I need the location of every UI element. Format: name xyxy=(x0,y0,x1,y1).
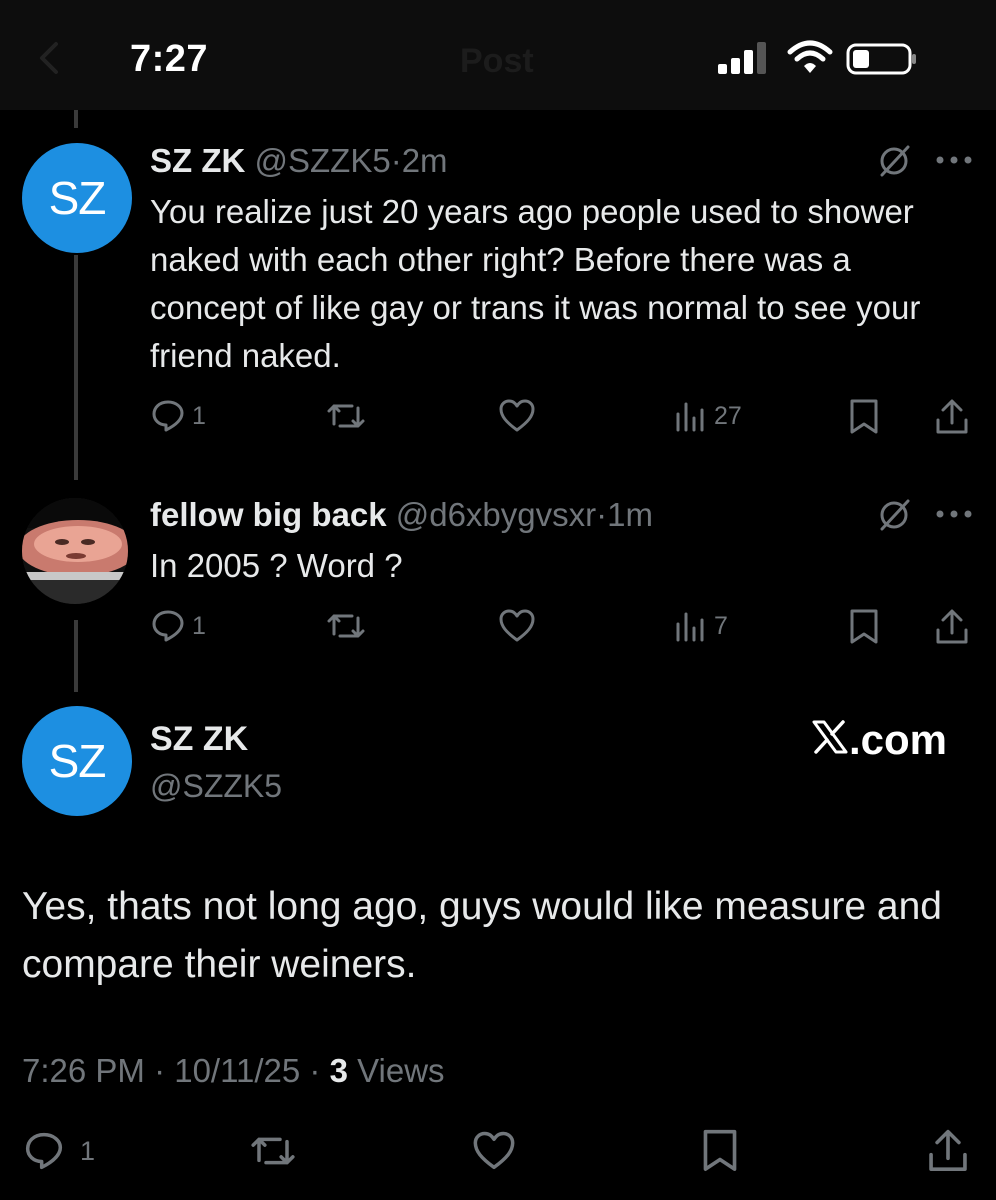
avatar[interactable]: SZ xyxy=(22,706,132,816)
author-name[interactable]: SZ ZK xyxy=(150,720,248,759)
reply-button[interactable]: 1 xyxy=(22,1130,95,1172)
x-logo-icon xyxy=(812,720,848,754)
post-time: 2m xyxy=(401,142,448,179)
tweet-text: You realize just 20 years ago people use… xyxy=(150,193,921,374)
reply-icon xyxy=(152,610,184,642)
views-label: Views xyxy=(347,1052,445,1089)
author-handle[interactable]: @d6xbygvsxr xyxy=(396,496,596,533)
reply-button[interactable]: 1 xyxy=(150,398,206,434)
share-icon xyxy=(936,609,968,644)
status-bar: Post 7:27 xyxy=(0,0,996,110)
share-button[interactable] xyxy=(934,398,970,436)
reply-icon xyxy=(152,400,184,432)
views-count[interactable]: 3 xyxy=(330,1052,348,1089)
grok-icon[interactable] xyxy=(876,142,914,180)
wifi-icon xyxy=(787,40,833,73)
heart-icon xyxy=(473,1131,515,1170)
meta-separator: · xyxy=(390,142,402,179)
repost-button[interactable] xyxy=(248,1130,298,1172)
bookmark-button[interactable] xyxy=(848,398,880,436)
reply-count: 1 xyxy=(80,1135,96,1166)
header-title: Post xyxy=(460,42,534,80)
bookmark-icon xyxy=(703,1129,737,1171)
views-button[interactable]: 27 xyxy=(674,398,742,434)
avatar-initials: SZ xyxy=(48,735,107,787)
signal-icon xyxy=(718,42,766,74)
avatar-initials: SZ xyxy=(48,172,107,224)
reply-button[interactable]: 1 xyxy=(150,608,206,644)
thread-line xyxy=(74,110,78,128)
avatar[interactable] xyxy=(22,498,128,604)
watermark-text: .com xyxy=(849,716,948,763)
share-icon xyxy=(929,1129,967,1171)
heart-icon xyxy=(499,399,535,432)
bookmark-icon xyxy=(850,609,878,644)
like-button[interactable] xyxy=(498,398,536,434)
share-button[interactable] xyxy=(934,608,970,646)
x-watermark: .com xyxy=(812,716,947,764)
analytics-icon xyxy=(676,402,704,432)
profile-photo xyxy=(22,498,128,604)
views-button[interactable]: 7 xyxy=(674,608,728,644)
author-name[interactable]: fellow big back xyxy=(150,496,387,533)
post-timestamp: 7:26 PM · 10/11/25 · 3 Views xyxy=(22,1052,445,1090)
reply-count: 1 xyxy=(192,611,206,640)
back-arrow-icon[interactable] xyxy=(30,38,70,78)
more-icon[interactable] xyxy=(934,154,974,166)
author-name[interactable]: SZ ZK xyxy=(150,142,245,179)
repost-icon xyxy=(251,1137,295,1165)
bookmark-button[interactable] xyxy=(700,1128,740,1174)
thread-line xyxy=(74,620,78,692)
battery-icon xyxy=(846,43,916,75)
more-icon[interactable] xyxy=(934,508,974,520)
like-button[interactable] xyxy=(470,1130,518,1172)
bookmark-button[interactable] xyxy=(848,608,880,646)
tweet-header: SZ ZK @SZZK5·2m xyxy=(150,142,448,180)
views-count: 27 xyxy=(714,401,742,430)
bookmark-icon xyxy=(850,399,878,434)
reply-icon xyxy=(25,1132,63,1170)
analytics-icon xyxy=(676,612,704,642)
heart-icon xyxy=(499,609,535,642)
share-icon xyxy=(936,399,968,434)
repost-icon xyxy=(327,614,365,638)
reply-count: 1 xyxy=(192,401,206,430)
avatar[interactable]: SZ xyxy=(22,143,132,253)
share-button[interactable] xyxy=(926,1128,970,1174)
status-clock: 7:27 xyxy=(130,38,209,80)
author-handle[interactable]: @SZZK5 xyxy=(150,768,282,805)
repost-icon xyxy=(327,404,365,428)
thread-line xyxy=(74,255,78,480)
timestamp-text: 7:26 PM · 10/11/25 · xyxy=(22,1052,330,1089)
author-handle[interactable]: @SZZK5 xyxy=(255,142,391,179)
grok-icon[interactable] xyxy=(876,496,914,534)
tweet-text: In 2005 ? Word ? xyxy=(150,547,403,584)
tweet-header: fellow big back @d6xbygvsxr·1m xyxy=(150,496,653,534)
meta-separator: · xyxy=(596,496,608,533)
repost-button[interactable] xyxy=(326,608,366,644)
repost-button[interactable] xyxy=(326,398,366,434)
views-count: 7 xyxy=(714,611,728,640)
post-time: 1m xyxy=(607,496,653,533)
like-button[interactable] xyxy=(498,608,536,644)
main-tweet-text: Yes, thats not long ago, guys would like… xyxy=(22,885,942,986)
